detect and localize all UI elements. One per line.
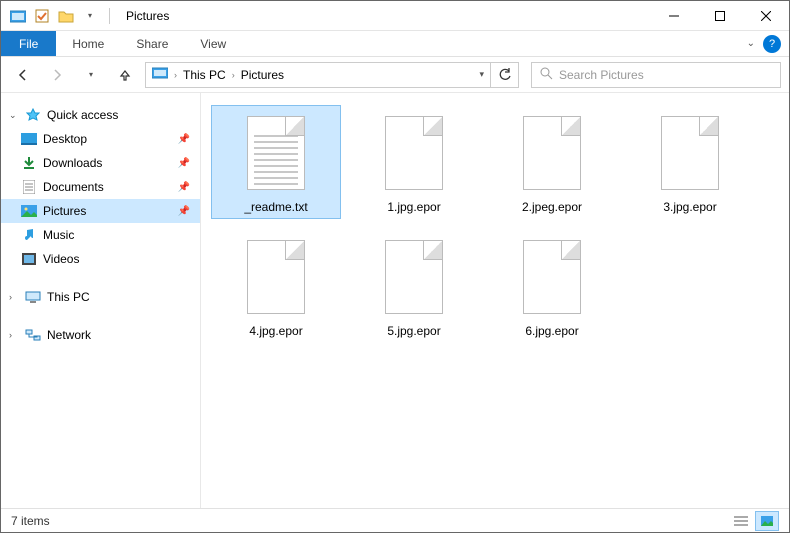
help-button[interactable]: ? xyxy=(763,35,781,53)
file-name: 4.jpg.epor xyxy=(249,324,302,338)
refresh-button[interactable] xyxy=(491,62,519,88)
window-title: Pictures xyxy=(126,9,169,23)
recent-locations-dropdown[interactable]: ▾ xyxy=(77,61,105,89)
search-input[interactable]: Search Pictures xyxy=(531,62,781,88)
app-icon[interactable] xyxy=(7,5,29,27)
breadcrumb-this-pc[interactable]: This PC xyxy=(183,68,226,82)
pin-icon: 📌 xyxy=(178,134,190,145)
address-dropdown-icon[interactable]: ▾ xyxy=(479,69,484,80)
pin-icon: 📌 xyxy=(178,158,190,169)
music-icon xyxy=(21,227,37,243)
status-bar: 7 items xyxy=(1,508,789,532)
nav-downloads[interactable]: Downloads 📌 xyxy=(1,151,200,175)
nav-this-pc[interactable]: › This PC xyxy=(1,285,200,309)
videos-icon xyxy=(21,251,37,267)
item-count: 7 items xyxy=(11,514,50,528)
desktop-icon xyxy=(21,131,37,147)
nav-quick-access[interactable]: ⌄ Quick access xyxy=(1,103,200,127)
close-button[interactable] xyxy=(743,1,789,31)
back-button[interactable] xyxy=(9,61,37,89)
documents-icon xyxy=(21,179,37,195)
chevron-right-icon: › xyxy=(174,70,177,80)
nav-label: Music xyxy=(43,228,74,242)
file-item[interactable]: 2.jpeg.epor xyxy=(487,105,617,219)
address-icon xyxy=(152,67,168,82)
blank-file-icon xyxy=(655,110,725,196)
blank-file-icon xyxy=(379,110,449,196)
qat-properties-button[interactable] xyxy=(31,5,53,27)
address-bar[interactable]: › This PC › Pictures ▾ xyxy=(145,62,491,88)
nav-label: Desktop xyxy=(43,132,87,146)
nav-documents[interactable]: Documents 📌 xyxy=(1,175,200,199)
nav-pictures[interactable]: Pictures 📌 xyxy=(1,199,200,223)
blank-file-icon xyxy=(241,234,311,320)
file-name: 3.jpg.epor xyxy=(663,200,716,214)
title-bar: ▾ Pictures xyxy=(1,1,789,31)
text-file-icon xyxy=(241,110,311,196)
details-view-button[interactable] xyxy=(729,511,753,531)
ribbon-tabs: File Home Share View ⌄ ? xyxy=(1,31,789,57)
file-list[interactable]: _readme.txt 1.jpg.epor 2.jpeg.epor 3.jpg.ep… xyxy=(201,93,789,508)
window-controls xyxy=(651,1,789,31)
file-item[interactable]: 4.jpg.epor xyxy=(211,229,341,343)
nav-network[interactable]: › Network xyxy=(1,323,200,347)
qat-new-folder-button[interactable] xyxy=(55,5,77,27)
nav-label: This PC xyxy=(47,290,90,304)
file-item[interactable]: _readme.txt xyxy=(211,105,341,219)
nav-label: Documents xyxy=(43,180,104,194)
file-name: 5.jpg.epor xyxy=(387,324,440,338)
star-icon xyxy=(25,107,41,123)
nav-label: Quick access xyxy=(47,108,118,122)
blank-file-icon xyxy=(517,110,587,196)
up-button[interactable] xyxy=(111,61,139,89)
file-item[interactable]: 3.jpg.epor xyxy=(625,105,755,219)
nav-label: Downloads xyxy=(43,156,102,170)
qat-customize-dropdown[interactable]: ▾ xyxy=(79,5,101,27)
file-name: 2.jpeg.epor xyxy=(522,200,582,214)
file-tab[interactable]: File xyxy=(1,31,56,56)
nav-label: Network xyxy=(47,328,91,342)
file-name: _readme.txt xyxy=(244,200,307,214)
chevron-right-icon: › xyxy=(9,292,19,302)
quick-access-toolbar: ▾ Pictures xyxy=(1,5,169,27)
nav-label: Pictures xyxy=(43,204,86,218)
network-icon xyxy=(25,327,41,343)
file-name: 1.jpg.epor xyxy=(387,200,440,214)
tab-home[interactable]: Home xyxy=(56,31,120,56)
nav-videos[interactable]: Videos xyxy=(1,247,200,271)
search-icon xyxy=(540,67,553,83)
tab-share[interactable]: Share xyxy=(120,31,184,56)
chevron-right-icon: › xyxy=(9,330,19,340)
titlebar-divider xyxy=(109,8,110,24)
chevron-down-icon: ⌄ xyxy=(9,110,19,121)
minimize-button[interactable] xyxy=(651,1,697,31)
pictures-icon xyxy=(21,203,37,219)
ribbon-expand-icon[interactable]: ⌄ xyxy=(747,38,755,49)
nav-desktop[interactable]: Desktop 📌 xyxy=(1,127,200,151)
blank-file-icon xyxy=(379,234,449,320)
this-pc-icon xyxy=(25,289,41,305)
maximize-button[interactable] xyxy=(697,1,743,31)
body-area: ⌄ Quick access Desktop 📌 Downloads 📌 Doc… xyxy=(1,93,789,508)
file-name: 6.jpg.epor xyxy=(525,324,578,338)
file-item[interactable]: 1.jpg.epor xyxy=(349,105,479,219)
navigation-bar: ▾ › This PC › Pictures ▾ Search Pictures xyxy=(1,57,789,93)
pin-icon: 📌 xyxy=(178,206,190,217)
chevron-right-icon: › xyxy=(232,70,235,80)
tab-view[interactable]: View xyxy=(184,31,242,56)
blank-file-icon xyxy=(517,234,587,320)
file-item[interactable]: 6.jpg.epor xyxy=(487,229,617,343)
nav-label: Videos xyxy=(43,252,79,266)
forward-button[interactable] xyxy=(43,61,71,89)
nav-music[interactable]: Music xyxy=(1,223,200,247)
breadcrumb-pictures[interactable]: Pictures xyxy=(241,68,284,82)
search-placeholder: Search Pictures xyxy=(559,68,644,82)
downloads-icon xyxy=(21,155,37,171)
file-item[interactable]: 5.jpg.epor xyxy=(349,229,479,343)
pin-icon: 📌 xyxy=(178,182,190,193)
navigation-pane: ⌄ Quick access Desktop 📌 Downloads 📌 Doc… xyxy=(1,93,201,508)
large-icons-view-button[interactable] xyxy=(755,511,779,531)
